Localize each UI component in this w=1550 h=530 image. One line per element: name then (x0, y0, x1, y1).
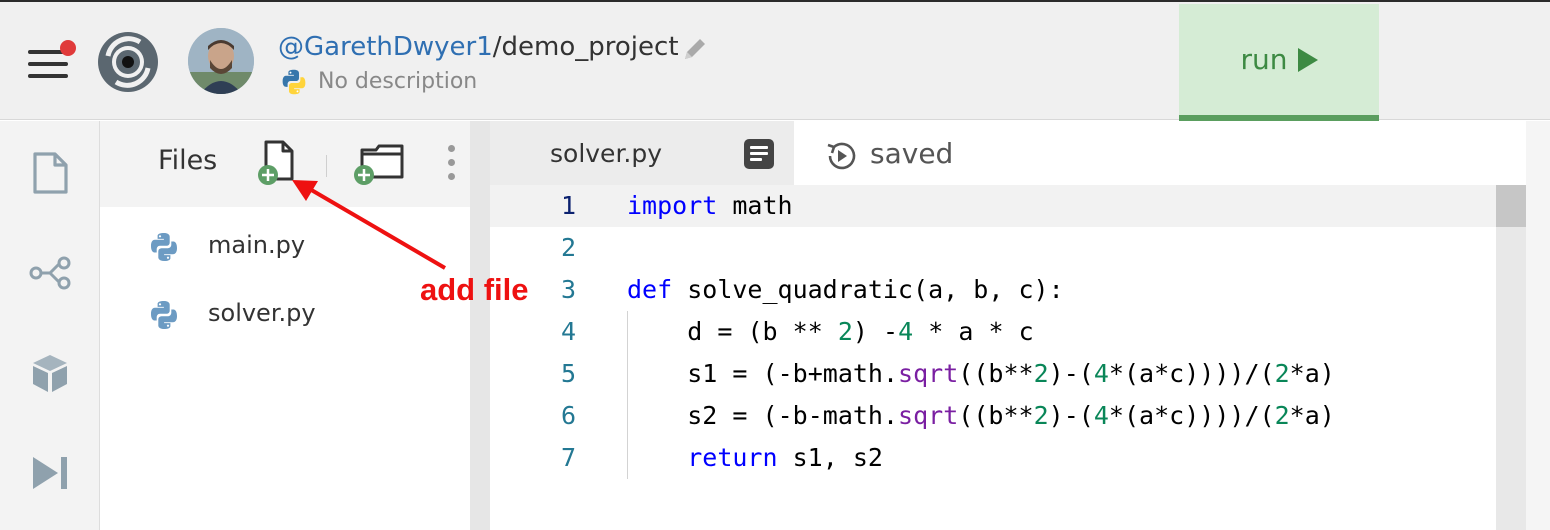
editor: solver.py saved 1 import math 2 3 def solve_… (490, 121, 1550, 530)
pencil-icon[interactable] (680, 34, 710, 64)
code-editor[interactable]: 1 import math 2 3 def solve_quadratic(a, b, … (490, 185, 1526, 530)
sidebar (0, 121, 100, 530)
saved-label: saved (870, 137, 954, 170)
top-bar: @GarethDwyer1/demo_project No descriptio… (0, 0, 1550, 121)
toolbar-separator (326, 155, 327, 177)
run-button[interactable]: run (1179, 4, 1379, 121)
files-panel: Files main.py solver.py (100, 121, 470, 530)
debugger-icon[interactable] (28, 451, 72, 495)
file-name: main.py (208, 231, 306, 259)
file-name: solver.py (208, 299, 316, 327)
add-folder-icon[interactable] (350, 137, 406, 187)
python-file-icon (151, 233, 177, 261)
packages-icon[interactable] (28, 351, 72, 395)
editor-edge (1526, 121, 1550, 530)
project-name: /demo_project (492, 32, 679, 62)
line-number: 7 (560, 443, 576, 472)
username-link[interactable]: @GarethDwyer1 (278, 32, 493, 62)
python-file-icon (151, 301, 177, 329)
code-text: import math (627, 191, 793, 220)
annotation-label: add file (420, 272, 529, 307)
editor-tabbar: solver.py saved (490, 121, 1550, 185)
tab-filename: solver.py (550, 139, 663, 168)
code-text: s1 = (-b+math.sqrt((b**2)-(4*(a*c))))/(2… (687, 359, 1335, 388)
line-number: 6 (560, 401, 576, 430)
code-line[interactable]: 7 return s1, s2 (490, 437, 1526, 479)
project-title[interactable]: @GarethDwyer1/demo_project (278, 32, 679, 62)
code-line[interactable]: 3 def solve_quadratic(a, b, c): (490, 269, 1526, 311)
file-item-main[interactable]: main.py (100, 223, 470, 273)
line-number: 1 (560, 191, 576, 220)
files-header: Files (100, 121, 470, 207)
files-title: Files (158, 145, 218, 176)
history-icon[interactable] (824, 139, 858, 173)
scrollbar-thumb[interactable] (1496, 185, 1526, 227)
version-control-icon[interactable] (28, 251, 72, 295)
project-description[interactable]: No description (318, 69, 477, 94)
save-status: saved (794, 121, 1526, 185)
tab-solver[interactable]: solver.py (490, 121, 794, 185)
code-text: def solve_quadratic(a, b, c): (627, 275, 1064, 304)
more-options-icon[interactable] (446, 145, 456, 181)
code-text: d = (b ** 2) -4 * a * c (687, 317, 1034, 346)
notification-dot (60, 40, 76, 56)
play-icon (1297, 47, 1318, 72)
code-line[interactable]: 4 d = (b ** 2) -4 * a * c (490, 311, 1526, 353)
line-number: 4 (560, 317, 576, 346)
code-text: s2 = (-b-math.sqrt((b**2)-(4*(a*c))))/(2… (687, 401, 1335, 430)
code-line[interactable]: 5 s1 = (-b+math.sqrt((b**2)-(4*(a*c))))/… (490, 353, 1526, 395)
avatar[interactable] (188, 28, 254, 94)
code-line[interactable]: 6 s2 = (-b-math.sqrt((b**2)-(4*(a*c))))/… (490, 395, 1526, 437)
pane-resize-handle[interactable] (470, 121, 490, 530)
add-file-icon[interactable] (254, 137, 300, 187)
line-number: 5 (560, 359, 576, 388)
run-label: run (1240, 43, 1288, 76)
file-item-solver[interactable]: solver.py (100, 291, 470, 341)
replit-logo-icon[interactable] (96, 30, 160, 94)
python-icon (282, 69, 306, 95)
files-icon[interactable] (28, 151, 72, 195)
editor-scrollbar[interactable] (1496, 185, 1526, 530)
document-icon[interactable] (744, 139, 774, 169)
code-line[interactable]: 2 (490, 227, 1526, 269)
code-line[interactable]: 1 import math (490, 185, 1526, 227)
line-number: 2 (560, 233, 576, 262)
code-text: return s1, s2 (687, 443, 883, 472)
